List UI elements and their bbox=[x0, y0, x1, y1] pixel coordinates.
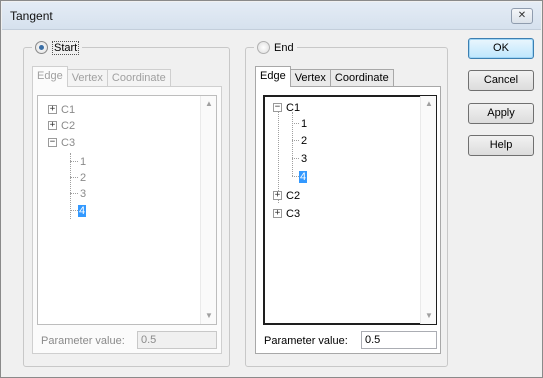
start-param-input[interactable]: 0.5 bbox=[137, 331, 217, 349]
end-radio[interactable] bbox=[257, 41, 270, 54]
node-label: C2 bbox=[286, 189, 301, 202]
node-label: 2 bbox=[301, 134, 308, 147]
close-button[interactable]: ✕ bbox=[511, 8, 533, 24]
scroll-down-icon[interactable]: ▼ bbox=[201, 308, 216, 324]
ok-button[interactable]: OK bbox=[468, 38, 534, 59]
start-tab-vertex[interactable]: Vertex bbox=[66, 69, 108, 87]
close-icon: ✕ bbox=[517, 10, 527, 21]
start-tab-coordinate[interactable]: Coordinate bbox=[106, 69, 171, 87]
expand-icon[interactable]: + bbox=[48, 121, 57, 130]
end-tree-node-c3[interactable]: + C3 bbox=[273, 206, 301, 221]
start-tree-node-c2[interactable]: + C2 bbox=[48, 118, 76, 133]
scroll-up-icon[interactable]: ▲ bbox=[201, 96, 216, 112]
start-tree-line bbox=[70, 161, 78, 162]
start-tree-node-c3-1[interactable]: 1 bbox=[79, 154, 87, 169]
window-title: Tangent bbox=[10, 9, 53, 23]
scroll-down-icon[interactable]: ▼ bbox=[421, 308, 436, 324]
end-tree-scrollbar[interactable]: ▲ ▼ bbox=[420, 96, 436, 324]
node-label: C1 bbox=[286, 101, 301, 114]
node-label: 1 bbox=[80, 155, 87, 168]
collapse-icon[interactable]: − bbox=[273, 103, 282, 112]
scroll-up-icon[interactable]: ▲ bbox=[421, 96, 436, 112]
end-tab-vertex[interactable]: Vertex bbox=[289, 69, 331, 87]
end-tree-line bbox=[292, 158, 299, 159]
help-button[interactable]: Help bbox=[468, 135, 534, 156]
apply-button[interactable]: Apply bbox=[468, 103, 534, 124]
end-legend: End bbox=[254, 40, 297, 55]
start-tab-edge[interactable]: Edge bbox=[32, 66, 68, 87]
start-tree-node-c1[interactable]: + C1 bbox=[48, 102, 76, 117]
end-edge-tree[interactable]: − C1 1 2 3 4 + C2 + C3 ▲ ▼ bbox=[263, 95, 437, 325]
start-tree-line bbox=[70, 193, 78, 194]
end-tree-node-c1-4[interactable]: 4 bbox=[299, 169, 308, 184]
start-edge-tree[interactable]: + C1 + C2 − C3 1 2 3 4 ▲ ▼ bbox=[37, 95, 217, 325]
cancel-button[interactable]: Cancel bbox=[468, 70, 534, 91]
start-tree-line bbox=[70, 177, 78, 178]
end-param-label: Parameter value: bbox=[264, 335, 348, 347]
node-label: C3 bbox=[61, 136, 76, 149]
start-tabs: Edge Vertex Coordinate bbox=[32, 66, 171, 87]
node-label: C1 bbox=[61, 103, 76, 116]
node-label-selected: 4 bbox=[78, 204, 87, 217]
start-tree-scrollbar[interactable]: ▲ ▼ bbox=[200, 96, 216, 324]
start-tree-node-c3-4[interactable]: 4 bbox=[78, 203, 87, 218]
start-tree-node-c3-3[interactable]: 3 bbox=[79, 186, 87, 201]
end-tree-node-c1-1[interactable]: 1 bbox=[300, 116, 308, 131]
tangent-dialog: Tangent ✕ Start Edge Vertex Coordinate +… bbox=[0, 0, 543, 378]
collapse-icon[interactable]: − bbox=[48, 138, 57, 147]
start-radio[interactable] bbox=[35, 41, 48, 54]
end-tree-node-c2[interactable]: + C2 bbox=[273, 188, 301, 203]
start-radio-label[interactable]: Start bbox=[52, 40, 80, 55]
start-param-label: Parameter value: bbox=[41, 335, 125, 347]
end-tree-line bbox=[292, 140, 299, 141]
end-tab-coordinate[interactable]: Coordinate bbox=[329, 69, 394, 87]
node-label: 2 bbox=[80, 171, 87, 184]
expand-icon[interactable]: + bbox=[273, 209, 282, 218]
end-tree-line bbox=[292, 123, 299, 124]
end-tree-node-c1-2[interactable]: 2 bbox=[300, 133, 308, 148]
end-radio-label[interactable]: End bbox=[274, 42, 294, 54]
start-legend: Start bbox=[32, 40, 83, 55]
node-label: 1 bbox=[301, 117, 308, 130]
end-param-input[interactable]: 0.5 bbox=[361, 331, 437, 349]
start-tree-node-c3-2[interactable]: 2 bbox=[79, 170, 87, 185]
end-tree-node-c1[interactable]: − C1 bbox=[273, 100, 301, 115]
start-tree-node-c3[interactable]: − C3 bbox=[48, 135, 76, 150]
node-label: C3 bbox=[286, 207, 301, 220]
end-tree-line bbox=[292, 176, 299, 177]
node-label: 3 bbox=[80, 187, 87, 200]
end-tab-edge[interactable]: Edge bbox=[255, 66, 291, 87]
node-label: 3 bbox=[301, 152, 308, 165]
end-tree-node-c1-3[interactable]: 3 bbox=[300, 151, 308, 166]
title-bar: Tangent ✕ bbox=[2, 2, 541, 30]
start-tree-line bbox=[70, 210, 78, 211]
expand-icon[interactable]: + bbox=[273, 191, 282, 200]
node-label: C2 bbox=[61, 119, 76, 132]
end-tabs: Edge Vertex Coordinate bbox=[255, 66, 394, 87]
expand-icon[interactable]: + bbox=[48, 105, 57, 114]
node-label-selected: 4 bbox=[299, 170, 308, 183]
end-tree-line bbox=[292, 112, 293, 176]
